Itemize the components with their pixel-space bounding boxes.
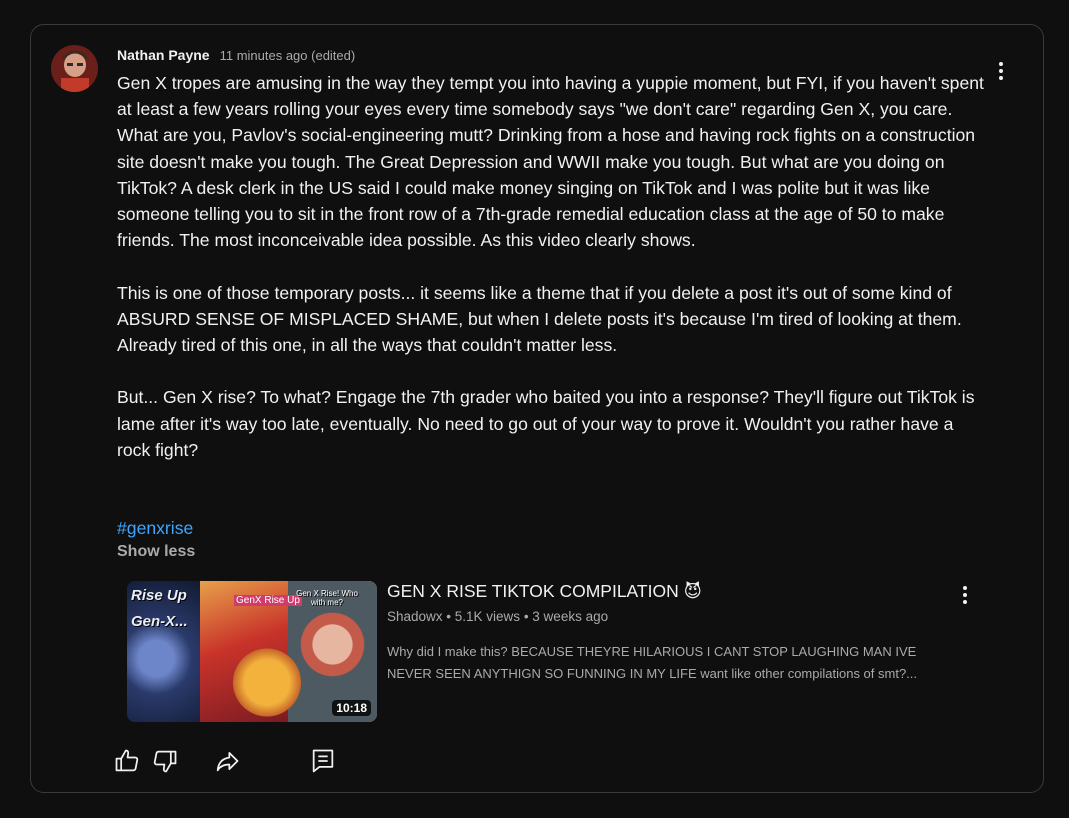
video-channel[interactable]: Shadowx (387, 609, 443, 624)
comment-body: Gen X tropes are amusing in the way they… (117, 70, 987, 489)
hashtag-link[interactable]: #genxrise (117, 518, 193, 539)
comment-icon[interactable] (309, 747, 337, 775)
video-age: 3 weeks ago (532, 609, 609, 624)
more-vert-icon[interactable] (989, 59, 1013, 83)
meta-separator: • (442, 609, 455, 624)
thumbs-up-icon[interactable] (113, 747, 141, 775)
video-duration: 10:18 (332, 700, 371, 716)
thumbnail-caption: Rise Up (131, 587, 187, 604)
video-title[interactable]: GEN X RISE TIKTOK COMPILATION 😈 (387, 581, 702, 602)
video-meta: Shadowx • 5.1K views • 3 weeks ago (387, 609, 608, 624)
meta-separator: • (520, 609, 533, 624)
video-views: 5.1K views (454, 609, 521, 624)
comment-paragraph: But... Gen X rise? To what? Engage the 7… (117, 387, 975, 460)
show-less-button[interactable]: Show less (117, 543, 195, 561)
video-thumbnail[interactable]: Rise Up Gen-X... GenX Rise Up Gen X Rise… (127, 581, 377, 722)
comment-paragraph: This is one of those temporary posts... … (117, 282, 962, 356)
thumbnail-caption: Gen X Rise! Who with me? (296, 589, 358, 607)
share-icon[interactable] (213, 747, 241, 775)
thumbs-down-icon[interactable] (151, 747, 179, 775)
attached-video: Rise Up Gen-X... GenX Rise Up Gen X Rise… (127, 581, 967, 723)
comment-paragraph: Gen X tropes are amusing in the way they… (117, 73, 984, 251)
comment-header: Nathan Payne 11 minutes ago (edited) (117, 47, 355, 63)
video-more-vert-icon[interactable] (953, 583, 977, 607)
comment-timestamp[interactable]: 11 minutes ago (edited) (220, 48, 356, 63)
video-description: Why did I make this? BECAUSE THEYRE HILA… (387, 644, 918, 681)
author-avatar[interactable] (51, 45, 98, 92)
post-card: Nathan Payne 11 minutes ago (edited) Gen… (30, 24, 1044, 793)
author-name[interactable]: Nathan Payne (117, 47, 210, 63)
thumbnail-caption: Gen-X... (131, 613, 188, 630)
